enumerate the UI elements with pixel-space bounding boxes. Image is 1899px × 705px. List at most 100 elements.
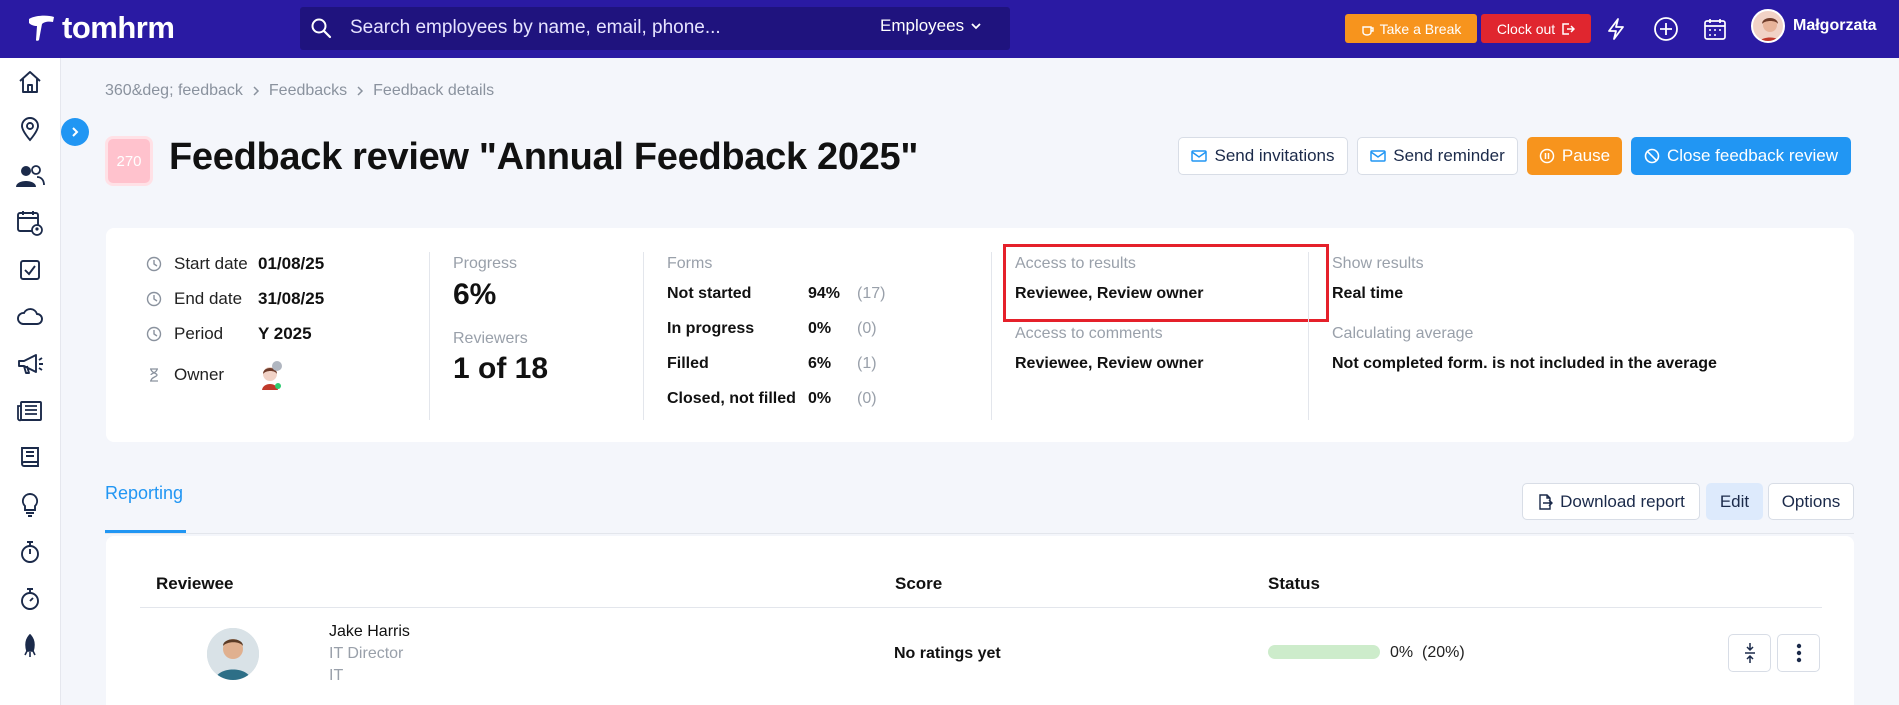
home-icon[interactable] xyxy=(14,66,46,98)
chevron-right-icon xyxy=(253,86,259,96)
breadcrumb-item-feedback-details: Feedback details xyxy=(373,82,495,99)
reviewers-value: 1 of 18 xyxy=(453,352,549,385)
download-report-label: Download report xyxy=(1560,491,1685,511)
start-date-value: 01/08/25 xyxy=(258,254,325,273)
owner-row: Owner xyxy=(146,360,286,390)
chevron-right-icon xyxy=(72,127,79,137)
take-break-label: Take a Break xyxy=(1379,20,1462,37)
edit-label: Edit xyxy=(1719,491,1750,511)
rocket-icon[interactable] xyxy=(14,630,46,662)
hourglass-icon xyxy=(146,367,164,383)
book-icon[interactable] xyxy=(14,442,46,474)
forms-row-count: (0) xyxy=(857,320,877,337)
search-input[interactable] xyxy=(350,15,830,41)
logout-icon xyxy=(1562,22,1576,35)
people-icon[interactable] xyxy=(14,160,46,192)
more-options-button[interactable] xyxy=(1777,634,1820,672)
forms-row-label: Not started xyxy=(667,285,752,302)
timer-icon[interactable] xyxy=(14,583,46,615)
review-id-badge: 270 xyxy=(105,136,153,186)
owner-avatar[interactable] xyxy=(258,360,286,390)
close-feedback-review-button[interactable]: Close feedback review xyxy=(1631,137,1851,175)
status-progress-text: 0% (20%) xyxy=(1390,644,1465,662)
end-date-row: End date 31/08/25 xyxy=(146,289,324,309)
clock-icon xyxy=(146,326,164,342)
app-logo[interactable]: tomhrm xyxy=(26,10,175,46)
employee-name[interactable]: Jake Harris xyxy=(329,623,410,641)
coffee-icon xyxy=(1361,25,1374,36)
location-pin-icon[interactable] xyxy=(14,113,46,145)
clock-icon xyxy=(146,256,164,272)
envelope-icon xyxy=(1370,150,1386,162)
edit-button[interactable]: Edit xyxy=(1706,483,1763,520)
cloud-icon[interactable] xyxy=(14,301,46,333)
show-results-value: Real time xyxy=(1332,285,1404,302)
tab-active-indicator xyxy=(105,530,186,533)
envelope-icon xyxy=(1191,150,1208,162)
take-break-button[interactable]: Take a Break xyxy=(1345,14,1477,43)
compress-icon xyxy=(1744,643,1755,663)
column-header-status[interactable]: Status xyxy=(1268,574,1320,594)
start-date-row: Start date 01/08/25 xyxy=(146,254,324,274)
search-scope-label: Employees xyxy=(880,16,965,35)
tab-reporting[interactable]: Reporting xyxy=(105,483,183,504)
options-label: Options xyxy=(1781,491,1841,511)
column-header-score[interactable]: Score xyxy=(895,574,942,594)
stopwatch-icon[interactable] xyxy=(14,536,46,568)
column-header-reviewee[interactable]: Reviewee xyxy=(156,574,234,594)
logo-text: tomhrm xyxy=(62,10,175,45)
search-scope-dropdown[interactable]: Employees xyxy=(880,16,982,36)
lightning-icon[interactable] xyxy=(1601,14,1631,44)
sidebar xyxy=(0,58,61,705)
access-results-label: Access to results xyxy=(1015,255,1136,272)
end-date-value: 31/08/25 xyxy=(258,289,325,308)
download-report-button[interactable]: Download report xyxy=(1522,483,1700,520)
checkbox-icon[interactable] xyxy=(14,254,46,286)
status-progress-fill xyxy=(1268,645,1380,659)
lightbulb-icon[interactable] xyxy=(14,489,46,521)
top-bar: tomhrm Employees Take a Break Clock out … xyxy=(0,0,1899,58)
end-date-label: End date xyxy=(174,289,243,308)
newspaper-icon[interactable] xyxy=(14,395,46,427)
collapse-row-button[interactable] xyxy=(1728,634,1771,672)
access-results-value: Reviewee, Review owner xyxy=(1015,285,1204,302)
clock-out-button[interactable]: Clock out xyxy=(1481,14,1591,43)
access-comments-label: Access to comments xyxy=(1015,325,1163,342)
calendar-user-icon[interactable] xyxy=(14,207,46,239)
calculating-average-label: Calculating average xyxy=(1332,325,1474,342)
chevron-right-icon xyxy=(357,86,364,96)
sidebar-expand-button[interactable] xyxy=(61,118,89,146)
page-title: Feedback review "Annual Feedback 2025" xyxy=(169,136,919,178)
send-invitations-label: Send invitations xyxy=(1214,146,1335,165)
forms-row-not-started: Not started 94% (17) xyxy=(667,285,885,303)
progress-value: 6% xyxy=(453,278,497,311)
options-button[interactable]: Options xyxy=(1768,483,1854,520)
forms-row-percent: 6% xyxy=(808,355,832,372)
employee-photo[interactable] xyxy=(207,628,259,680)
calendar-icon[interactable] xyxy=(1700,14,1730,44)
status-percent: 0% xyxy=(1390,644,1414,661)
search-icon xyxy=(311,18,332,39)
header-divider xyxy=(140,607,1822,608)
forms-row-in-progress: In progress 0% (0) xyxy=(667,320,877,338)
file-export-icon xyxy=(1539,493,1554,510)
breadcrumb-item-360-feedback[interactable]: 360&deg; feedback xyxy=(105,82,243,100)
megaphone-icon[interactable] xyxy=(14,348,46,380)
user-menu[interactable]: Małgorzata xyxy=(1751,9,1877,43)
send-reminder-button[interactable]: Send reminder xyxy=(1357,137,1518,175)
summary-card: Start date 01/08/25 End date 31/08/25 Pe… xyxy=(106,228,1854,442)
forms-row-filled: Filled 6% (1) xyxy=(667,355,877,373)
forms-row-count: (1) xyxy=(857,355,877,372)
chevron-down-icon xyxy=(971,23,981,30)
employee-title: IT Director xyxy=(329,645,404,662)
pause-button[interactable]: Pause xyxy=(1527,137,1622,175)
logo-icon xyxy=(29,15,54,41)
progress-label: Progress xyxy=(453,255,518,272)
breadcrumb-item-feedbacks[interactable]: Feedbacks xyxy=(269,82,347,100)
add-circle-icon[interactable] xyxy=(1651,14,1681,44)
employee-department: IT xyxy=(329,667,344,684)
send-invitations-button[interactable]: Send invitations xyxy=(1178,137,1348,175)
close-feedback-review-label: Close feedback review xyxy=(1666,146,1839,165)
forms-row-label: In progress xyxy=(667,320,755,337)
divider xyxy=(429,252,430,420)
